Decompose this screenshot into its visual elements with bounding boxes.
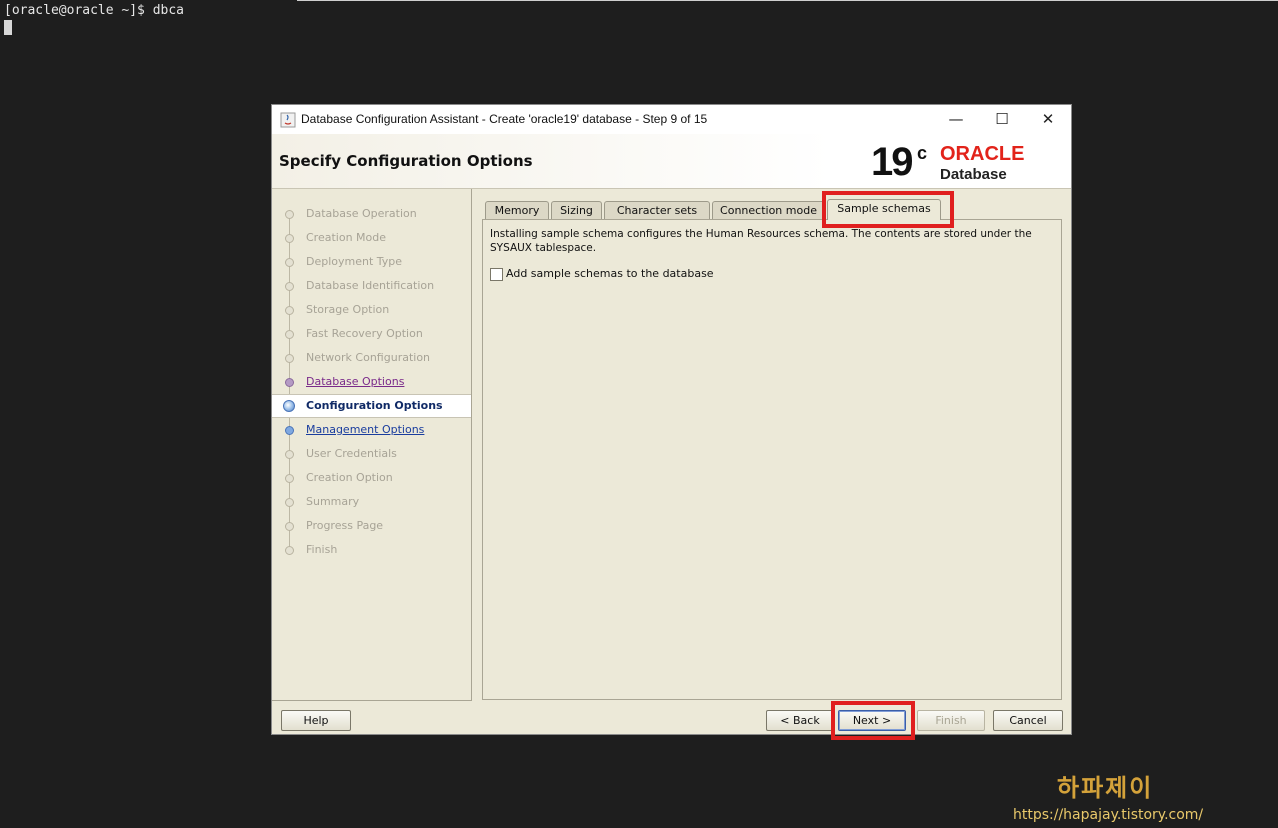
watermark-url: https://hapajay.tistory.com/: [1013, 807, 1204, 823]
step-creation-option: Creation Option: [272, 467, 471, 489]
screen-top-border: [297, 0, 1278, 1]
step-marker-icon: [285, 474, 294, 483]
add-sample-schemas-checkbox[interactable]: [490, 268, 503, 281]
step-marker-icon: [285, 378, 294, 387]
step-storage-option: Storage Option: [272, 299, 471, 321]
tab-character-sets[interactable]: Character sets: [604, 201, 710, 219]
back-button[interactable]: < Back: [766, 710, 834, 731]
step-label: Finish: [306, 543, 338, 556]
logo-superscript: c: [917, 143, 928, 163]
step-database-identification: Database Identification: [272, 275, 471, 297]
step-label: Creation Option: [306, 471, 393, 484]
step-label: Creation Mode: [306, 231, 387, 244]
step-marker-icon: [285, 426, 294, 435]
step-label: Progress Page: [306, 519, 384, 532]
tab-connection-mode[interactable]: Connection mode: [712, 201, 825, 219]
step-label: Database Identification: [306, 279, 435, 292]
step-marker-icon: [285, 546, 294, 555]
logo-product: Database: [940, 166, 1007, 183]
step-label: User Credentials: [306, 447, 397, 460]
step-management-options[interactable]: Management Options: [272, 419, 471, 441]
step-marker-icon: [285, 498, 294, 507]
add-sample-schemas-label[interactable]: Add sample schemas to the database: [506, 267, 714, 280]
step-user-credentials: User Credentials: [272, 443, 471, 465]
step-network-configuration: Network Configuration: [272, 347, 471, 369]
step-marker-icon: [285, 282, 294, 291]
step-label: Summary: [306, 495, 360, 508]
step-label: Network Configuration: [306, 351, 431, 364]
step-label[interactable]: Management Options: [306, 423, 424, 436]
logo-brand: ORACLE: [940, 143, 1025, 165]
highlight-sample-schemas-tab: [822, 191, 954, 228]
watermark-korean: 하파제이: [1057, 773, 1154, 802]
logo-version: 19: [871, 140, 913, 184]
page-title: Specify Configuration Options: [279, 152, 533, 170]
step-marker-icon: [285, 330, 294, 339]
step-marker-icon: [285, 450, 294, 459]
step-marker-icon: [285, 522, 294, 531]
step-creation-mode: Creation Mode: [272, 227, 471, 249]
step-database-options[interactable]: Database Options: [272, 371, 471, 393]
maximize-button[interactable]: ☐: [979, 105, 1025, 134]
page-header: Specify Configuration Options 19 c ORACL…: [272, 134, 1071, 189]
step-label: Deployment Type: [306, 255, 403, 268]
terminal-prompt: [oracle@oracle ~]$ dbca: [4, 3, 185, 18]
window-title: Database Configuration Assistant - Creat…: [301, 112, 708, 126]
highlight-next-button: [831, 701, 915, 740]
tab-memory[interactable]: Memory: [485, 201, 549, 219]
current-step-icon: [283, 400, 295, 412]
step-label: Storage Option: [306, 303, 390, 316]
close-button[interactable]: ✕: [1025, 105, 1071, 134]
step-configuration-options: Configuration Options: [272, 394, 471, 418]
step-marker-icon: [285, 258, 294, 267]
step-label[interactable]: Database Options: [306, 375, 404, 388]
step-summary: Summary: [272, 491, 471, 513]
step-database-operation: Database Operation: [272, 203, 471, 225]
java-app-icon: [280, 112, 296, 128]
cancel-button[interactable]: Cancel: [993, 710, 1063, 731]
finish-button: Finish: [917, 710, 985, 731]
step-label: Database Operation: [306, 207, 417, 220]
step-marker-icon: [285, 354, 294, 363]
tab-sizing[interactable]: Sizing: [551, 201, 602, 219]
minimize-button[interactable]: —: [933, 105, 979, 134]
step-marker-icon: [285, 234, 294, 243]
oracle-19c-logo: 19 c ORACLE Database: [871, 140, 1061, 186]
help-button[interactable]: Help: [281, 710, 351, 731]
step-progress-page: Progress Page: [272, 515, 471, 537]
sample-schemas-description: Installing sample schema configures the …: [490, 228, 1032, 254]
step-deployment-type: Deployment Type: [272, 251, 471, 273]
step-fast-recovery-option: Fast Recovery Option: [272, 323, 471, 345]
step-finish: Finish: [272, 539, 471, 561]
tab-content-panel: [482, 219, 1062, 700]
terminal-cursor: [4, 20, 12, 35]
step-label: Configuration Options: [306, 399, 443, 412]
title-bar[interactable]: Database Configuration Assistant - Creat…: [272, 105, 1071, 134]
step-marker-icon: [285, 306, 294, 315]
step-marker-icon: [285, 210, 294, 219]
step-label: Fast Recovery Option: [306, 327, 423, 340]
step-navigation: Database Operation Creation Mode Deploym…: [272, 189, 472, 701]
